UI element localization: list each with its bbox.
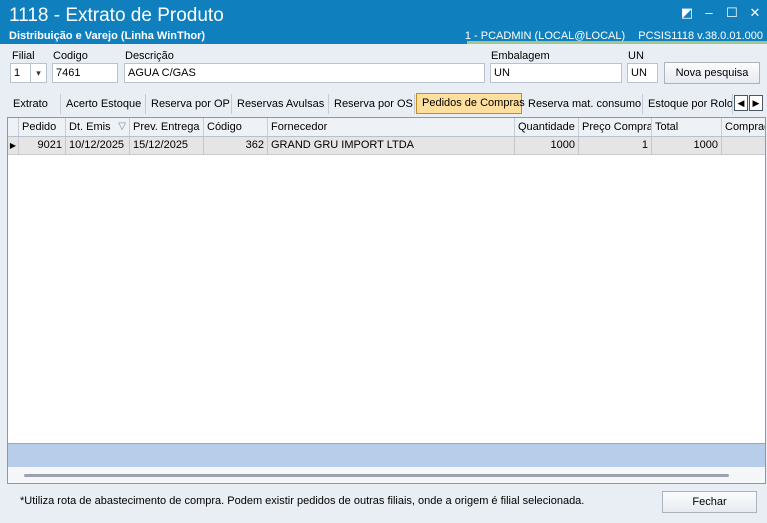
embalagem-field[interactable]: UN: [490, 63, 622, 83]
embalagem-label: Embalagem: [491, 50, 550, 62]
pedidos-grid: Pedido Dt. Emis ▽ Prev. Entrega Código F…: [7, 117, 766, 484]
header-indicator: [8, 118, 19, 136]
row-pointer-icon: ▶: [8, 137, 19, 154]
col-comprador[interactable]: Comprad: [722, 118, 765, 136]
minimize-icon[interactable]: –: [702, 6, 716, 20]
filter-icon[interactable]: ▽: [118, 118, 126, 136]
col-dt-emis-label: Dt. Emis: [69, 121, 111, 133]
tab-extrato[interactable]: Extrato: [8, 94, 61, 114]
descricao-field[interactable]: AGUA C/GAS: [124, 63, 485, 83]
cell-preco-compra: 1: [579, 137, 652, 154]
tab-reservas-avulsas[interactable]: Reservas Avulsas: [232, 94, 329, 114]
filial-label: Filial: [12, 50, 35, 62]
col-fornecedor[interactable]: Fornecedor: [268, 118, 515, 136]
cell-comprador: [722, 137, 765, 154]
tab-bar: Extrato Acerto Estoque Reserva por OP Re…: [8, 93, 766, 114]
tab-estoque-por-rolo[interactable]: Estoque por Rolo: [643, 94, 733, 114]
footnote: *Utiliza rota de abastecimento de compra…: [20, 495, 585, 507]
cell-fornecedor: GRAND GRU IMPORT LTDA: [268, 137, 515, 154]
window-title: 1118 - Extrato de Produto: [9, 5, 224, 26]
fechar-button[interactable]: Fechar: [662, 491, 757, 513]
tab-acerto-estoque[interactable]: Acerto Estoque: [61, 94, 146, 114]
tab-scroll-right-icon[interactable]: ▶: [749, 95, 763, 111]
title-bar: 1118 - Extrato de Produto Distribuição e…: [0, 0, 767, 44]
cell-total: 1000: [652, 137, 722, 154]
codigo-label: Codigo: [53, 50, 88, 62]
un-field[interactable]: UN: [627, 63, 658, 83]
grid-header: Pedido Dt. Emis ▽ Prev. Entrega Código F…: [8, 118, 765, 137]
restore-icon[interactable]: ◩: [680, 6, 694, 20]
maximize-icon[interactable]: ☐: [725, 6, 739, 20]
codigo-field[interactable]: 7461: [52, 63, 118, 83]
col-codigo[interactable]: Código: [204, 118, 268, 136]
chevron-down-icon[interactable]: ▾: [30, 64, 46, 82]
tab-pedidos-de-compras[interactable]: Pedidos de Compras: [416, 93, 525, 114]
table-row[interactable]: ▶ 9021 10/12/2025 15/12/2025 362 GRAND G…: [8, 137, 765, 155]
scrollbar-thumb[interactable]: [24, 474, 729, 477]
col-prev-entrega[interactable]: Prev. Entrega: [130, 118, 204, 136]
col-quantidade[interactable]: Quantidade: [515, 118, 579, 136]
col-dt-emis[interactable]: Dt. Emis ▽: [66, 118, 130, 136]
col-pedido[interactable]: Pedido: [19, 118, 66, 136]
col-total[interactable]: Total: [652, 118, 722, 136]
tab-reserva-mat-consumo[interactable]: Reserva mat. consumo: [523, 94, 643, 114]
filial-combo[interactable]: 1 ▾: [10, 63, 47, 83]
window-subtitle: Distribuição e Varejo (Linha WinThor): [9, 30, 206, 42]
cell-prev-entrega: 15/12/2025: [130, 137, 204, 154]
horizontal-scrollbar[interactable]: [8, 467, 765, 483]
cell-quantidade: 1000: [515, 137, 579, 154]
col-preco-compra[interactable]: Preço Compra: [579, 118, 652, 136]
nova-pesquisa-button[interactable]: Nova pesquisa: [664, 62, 760, 84]
title-accent-line: [467, 41, 767, 44]
tab-scroll-left-icon[interactable]: ◀: [734, 95, 748, 111]
grid-footer-band: [8, 443, 765, 467]
tab-reserva-por-op[interactable]: Reserva por OP: [146, 94, 232, 114]
un-label: UN: [628, 50, 644, 62]
tab-reserva-por-os[interactable]: Reserva por OS: [329, 94, 415, 114]
descricao-label: Descrição: [125, 50, 174, 62]
cell-codigo: 362: [204, 137, 268, 154]
close-icon[interactable]: ✕: [748, 6, 762, 20]
cell-pedido: 9021: [19, 137, 66, 154]
cell-dt-emis: 10/12/2025: [66, 137, 130, 154]
filial-value: 1: [14, 67, 21, 79]
